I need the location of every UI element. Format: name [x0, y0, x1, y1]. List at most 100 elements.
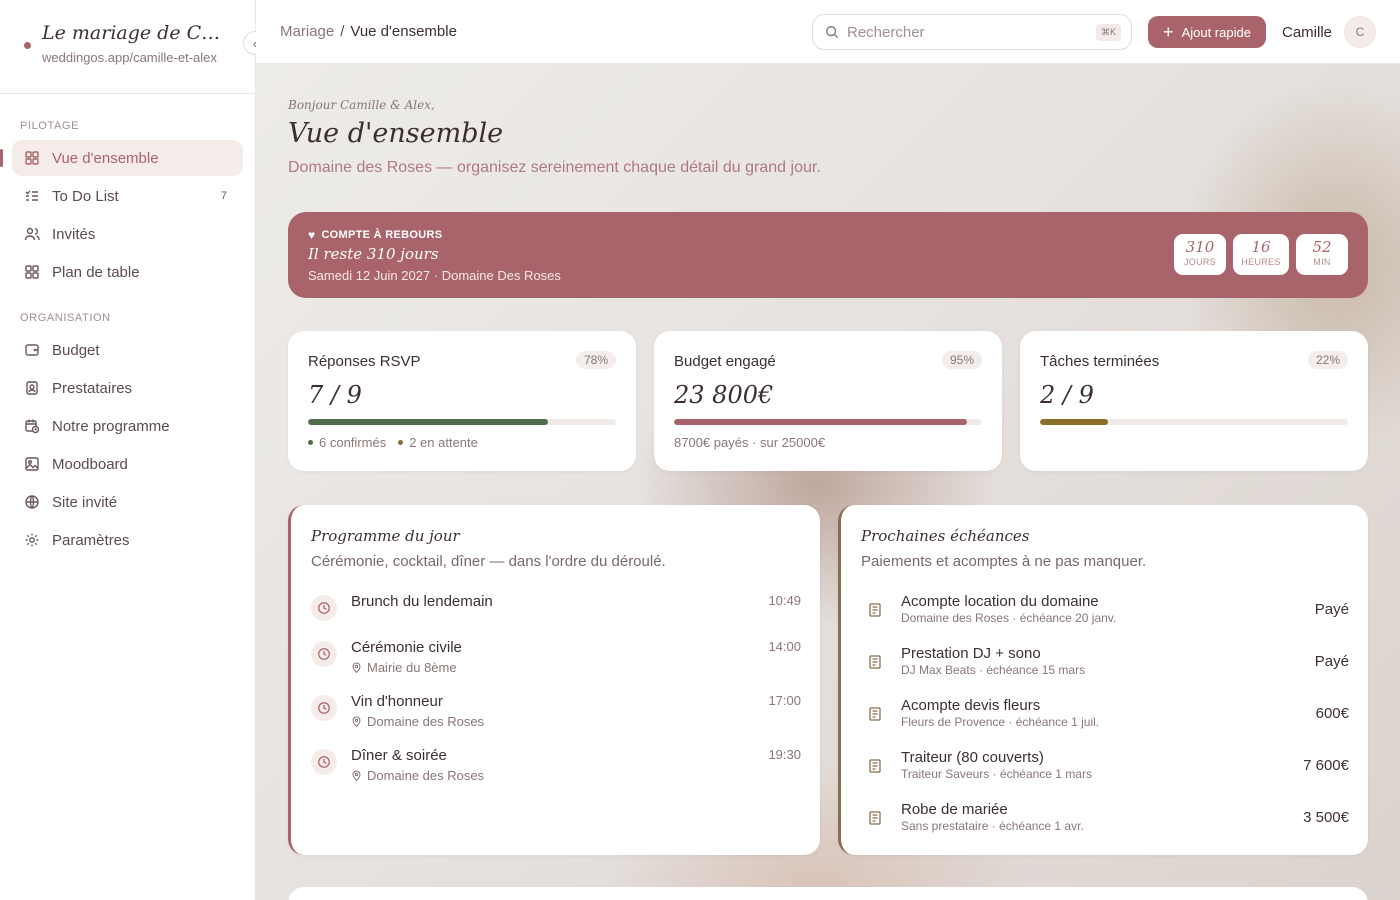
list-item[interactable]: Acompte devis fleurs Fleurs de Provence …	[861, 697, 1349, 731]
event-name: Brunch du lendemain	[351, 593, 493, 610]
stat-title: Tâches terminées	[1040, 353, 1160, 370]
globe-icon	[25, 495, 39, 509]
list-item[interactable]: Prestation DJ + sono DJ Max Beats · éché…	[861, 645, 1349, 679]
list-item[interactable]: Dîner & soirée Domaine des Roses 19:30	[311, 747, 801, 787]
sidebar-item-label: Plan de table	[52, 263, 140, 281]
nav-section-organisation: ORGANISATION	[20, 312, 111, 324]
table-layout-icon	[25, 265, 39, 279]
page-title: Vue d'ensemble	[288, 118, 504, 149]
stat-card-tasks[interactable]: Tâches terminées 22% 2 / 9	[1020, 331, 1368, 471]
sidebar-item-label: Notre programme	[52, 417, 170, 435]
sidebar-item-programme[interactable]: Notre programme	[12, 408, 243, 444]
users-icon	[24, 227, 40, 241]
deadline-amount: Payé	[1314, 601, 1349, 618]
sidebar-item-todo[interactable]: To Do List 7	[12, 178, 243, 214]
list-item[interactable]: Traiteur (80 couverts) Traiteur Saveurs …	[861, 749, 1349, 783]
programme-panel: Programme du jour Cérémonie, cocktail, d…	[288, 505, 820, 855]
deadline-name: Acompte location du domaine	[901, 593, 1099, 610]
plus-icon: +	[1163, 22, 1174, 42]
gear-icon	[25, 533, 39, 547]
stat-card-rsvp[interactable]: Réponses RSVP 78% 7 / 9 6 confirmés 2 en…	[288, 331, 636, 471]
countdown-days-unit: JOURS	[1183, 257, 1216, 267]
deadline-amount: 7 600€	[1303, 757, 1349, 774]
quick-add-button[interactable]: + Ajout rapide	[1148, 16, 1266, 48]
deadline-meta: Sans prestataire · échéance 1 avr.	[901, 819, 1084, 833]
rsvp-confirmed: 6 confirmés	[319, 435, 387, 450]
sidebar-item-label: To Do List	[52, 187, 119, 205]
main-content: Bonjour Camille & Alex, Vue d'ensemble D…	[256, 64, 1400, 900]
deadline-name: Prestation DJ + sono	[901, 645, 1041, 662]
top-header: Mariage / Vue d'ensemble ⌘K + Ajout rapide…	[256, 0, 1400, 64]
sidebar-item-label: Vue d'ensemble	[52, 149, 159, 167]
receipt-icon	[869, 603, 881, 617]
checklist-icon	[25, 190, 38, 201]
heart-icon: ♥	[308, 228, 316, 242]
event-location-text: Domaine des Roses	[367, 714, 485, 729]
countdown-minutes: 52 MIN	[1296, 234, 1348, 275]
panel-title: Programme du jour	[311, 527, 460, 545]
deadline-meta: Fleurs de Provence · échéance 1 juil.	[901, 715, 1100, 729]
map-pin-icon	[352, 770, 361, 781]
brand-block: Le mariage de Camille & Alex weddingos.a…	[0, 0, 267, 94]
list-item[interactable]: Brunch du lendemain 10:49	[311, 593, 801, 633]
wedding-date: Samedi 12 Juin 2027 · Domaine Des Roses	[308, 268, 561, 283]
search-box[interactable]: ⌘K	[812, 14, 1132, 50]
deadline-meta: Domaine des Roses · échéance 20 janv.	[901, 611, 1117, 625]
progress-fill	[674, 419, 967, 425]
receipt-icon	[869, 811, 881, 825]
deadline-meta: Traiteur Saveurs · échéance 1 mars	[901, 767, 1092, 781]
breadcrumb-parent[interactable]: Mariage	[280, 23, 334, 40]
sidebar-item-moodboard[interactable]: Moodboard	[12, 446, 243, 482]
event-time: 10:49	[768, 593, 801, 608]
stat-card-budget[interactable]: Budget engagé 95% 23 800€ 8700€ payés · …	[654, 331, 1002, 471]
countdown-remaining: Il reste 310 jours	[308, 245, 439, 263]
list-item[interactable]: Vin d'honneur Domaine des Roses 17:00	[311, 693, 801, 733]
user-name[interactable]: Camille	[1282, 24, 1332, 41]
panel-subtitle: Paiements et acomptes à ne pas manquer.	[861, 553, 1147, 570]
avatar[interactable]: C	[1344, 16, 1376, 48]
sidebar-item-guests[interactable]: Invités	[12, 216, 243, 252]
brand-dot	[24, 42, 31, 49]
sidebar-item-label: Moodboard	[52, 455, 128, 473]
breadcrumb: Mariage / Vue d'ensemble	[280, 23, 457, 40]
rsvp-pending: 2 en attente	[409, 435, 478, 450]
sidebar-item-label: Invités	[52, 225, 96, 243]
grid-icon	[25, 151, 39, 165]
map-pin-icon	[352, 662, 361, 673]
sidebar-item-overview[interactable]: Vue d'ensemble	[0, 140, 243, 176]
clock-icon	[311, 595, 337, 621]
sidebar-item-guest-site[interactable]: Site invité	[12, 484, 243, 520]
calendar-clock-icon	[25, 419, 40, 434]
budget-paid-summary: 8700€ payés · sur 25000€	[674, 435, 826, 450]
todo-count-badge: 7	[220, 190, 227, 202]
event-name: Cérémonie civile	[351, 639, 462, 656]
progress-fill	[1040, 419, 1108, 425]
list-item[interactable]: Acompte location du domaine Domaine des …	[861, 593, 1349, 627]
deadline-name: Acompte devis fleurs	[901, 697, 1041, 714]
countdown-days: 310 JOURS	[1174, 234, 1226, 275]
clock-icon	[311, 695, 337, 721]
stat-footer: 6 confirmés 2 en attente	[308, 435, 478, 450]
countdown-banner: ♥ COMPTE À REBOURS Il reste 310 jours Sa…	[288, 212, 1368, 298]
countdown-hours: 16 HEURES	[1233, 234, 1289, 275]
page-subtitle: Domaine des Roses — organisez sereinemen…	[288, 159, 821, 176]
receipt-icon	[869, 655, 881, 669]
sidebar-item-vendors[interactable]: Prestataires	[12, 370, 243, 406]
sidebar-item-settings[interactable]: Paramètres	[12, 522, 243, 558]
event-location-text: Domaine des Roses	[367, 768, 485, 783]
deadline-name: Traiteur (80 couverts)	[901, 749, 1044, 766]
list-item[interactable]: Cérémonie civile Mairie du 8ème 14:00	[311, 639, 801, 679]
search-input[interactable]	[847, 23, 1087, 41]
stat-title: Réponses RSVP	[308, 353, 421, 370]
stat-value: 2 / 9	[1040, 381, 1094, 409]
map-pin-icon	[352, 716, 361, 727]
sidebar-item-seating-plan[interactable]: Plan de table	[12, 254, 243, 290]
countdown-days-value: 310	[1185, 238, 1215, 256]
deadline-meta: DJ Max Beats · échéance 15 mars	[901, 663, 1086, 677]
panel-subtitle: Cérémonie, cocktail, dîner — dans l'ordr…	[311, 553, 666, 570]
wedding-url[interactable]: weddingos.app/camille-et-alex	[42, 50, 231, 65]
event-time: 19:30	[768, 747, 801, 762]
list-item[interactable]: Robe de mariée Sans prestataire · échéan…	[861, 801, 1349, 835]
sidebar-item-budget[interactable]: Budget	[12, 332, 243, 368]
stat-percent-badge: 95%	[941, 351, 982, 369]
